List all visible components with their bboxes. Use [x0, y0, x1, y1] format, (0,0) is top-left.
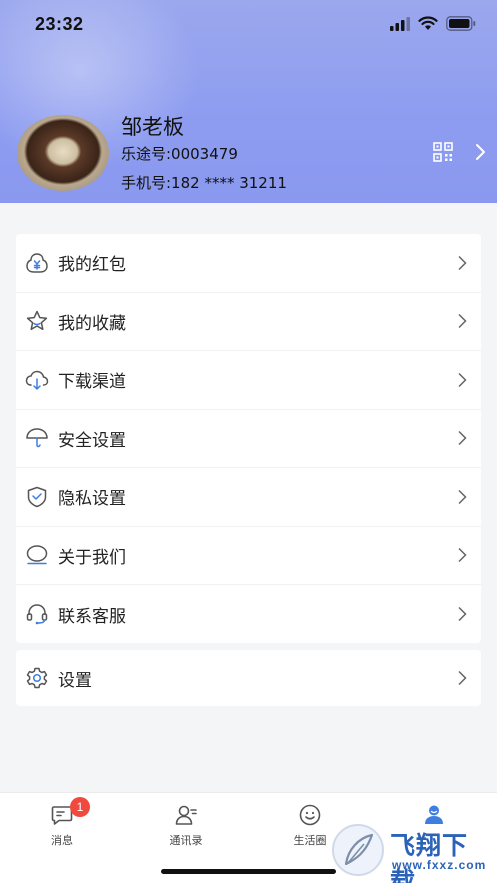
menu-item-label: 我的收藏 — [58, 313, 126, 334]
menu-item-label: 隐私设置 — [58, 489, 126, 510]
menu-item-privacy-settings[interactable]: 隐私设置 — [16, 468, 481, 527]
shield-icon — [27, 486, 47, 507]
menu-item-label: 设置 — [58, 670, 92, 691]
menu-item-label: 我的红包 — [58, 255, 126, 276]
headset-icon — [26, 604, 48, 625]
status-bar: 23:32 — [0, 0, 497, 50]
smile-icon — [299, 804, 321, 826]
menu-item-about-us[interactable]: 关于我们 — [16, 527, 481, 585]
profile-phone: 手机号:182 **** 31211 — [121, 174, 287, 192]
home-indicator[interactable] — [161, 869, 336, 874]
profile-header: 23:32 邹老板 乐途号:0003479 手机号:182 **** 31211 — [0, 0, 497, 203]
watermark: 飞翔下载 www.fxxz.com — [330, 822, 490, 883]
avatar[interactable] — [17, 115, 109, 191]
profile-account-id: 乐途号:0003479 — [121, 145, 238, 163]
status-time: 23:32 — [35, 14, 84, 34]
menu-item-security-settings[interactable]: 安全设置 — [16, 410, 481, 468]
chevron-right-icon — [458, 548, 467, 563]
menu-item-label: 安全设置 — [58, 430, 126, 451]
menu-item-settings[interactable]: 设置 — [16, 650, 481, 706]
chevron-right-icon[interactable] — [474, 143, 486, 161]
cloud-download-icon — [25, 370, 49, 390]
menu-item-label: 关于我们 — [58, 547, 126, 568]
tab-contacts[interactable]: 通讯录 — [124, 793, 248, 853]
chevron-right-icon — [458, 431, 467, 446]
tab-label: 通讯录 — [169, 834, 203, 847]
feather-icon — [344, 833, 374, 866]
wifi-icon — [418, 16, 438, 30]
battery-icon — [446, 16, 476, 31]
profile-name: 邹老板 — [121, 115, 184, 139]
umbrella-icon — [26, 428, 48, 448]
star-icon — [26, 311, 48, 331]
signal-icon — [390, 17, 410, 31]
contacts-icon — [175, 805, 197, 825]
gear-icon — [26, 667, 48, 689]
menu-item-red-envelope[interactable]: 我的红包 — [16, 234, 481, 293]
tab-messages[interactable]: 1 消息 — [0, 793, 124, 853]
chevron-right-icon — [458, 489, 467, 504]
chevron-right-icon — [458, 670, 467, 686]
settings-card: 设置 — [16, 650, 481, 706]
unread-badge: 1 — [70, 797, 90, 817]
watermark-logo — [332, 824, 384, 876]
chevron-right-icon — [458, 255, 467, 270]
chat-bubble-icon — [26, 545, 48, 565]
menu-item-favorites[interactable]: 我的收藏 — [16, 293, 481, 351]
watermark-url: www.fxxz.com — [392, 858, 487, 872]
menu-item-label: 下载渠道 — [58, 372, 126, 393]
menu-item-customer-service[interactable]: 联系客服 — [16, 585, 481, 644]
tab-label: 消息 — [51, 834, 73, 847]
watermark-title: 飞翔下载 — [390, 831, 469, 883]
menu-card: 我的红包 我的收藏 下载渠道 安全设置 隐私设置 关于我们 联系客服 — [16, 234, 481, 643]
chevron-right-icon — [458, 607, 467, 622]
menu-item-label: 联系客服 — [58, 606, 126, 627]
qr-code-icon[interactable] — [433, 142, 453, 162]
menu-item-download-channel[interactable]: 下载渠道 — [16, 351, 481, 410]
chevron-right-icon — [458, 314, 467, 329]
red-envelope-icon — [26, 252, 48, 273]
chevron-right-icon — [458, 372, 467, 387]
